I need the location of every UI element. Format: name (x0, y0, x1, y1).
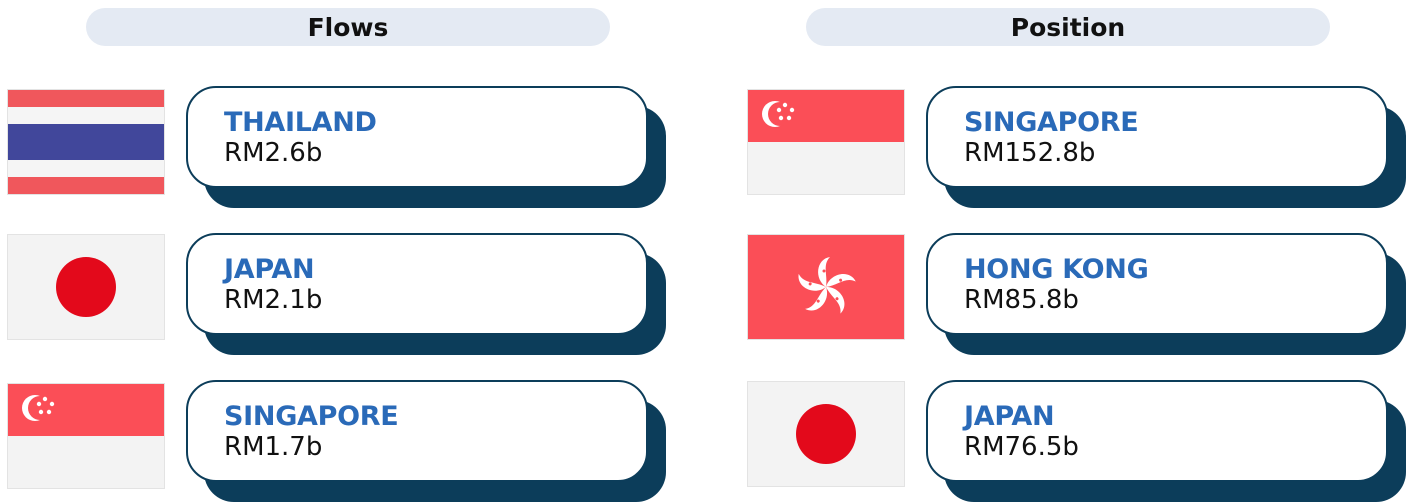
position-card-1: SINGAPORE RM152.8b (926, 86, 1388, 188)
flows-header: Flows (86, 8, 610, 46)
position-card-2: HONG KONG RM85.8b (926, 233, 1388, 335)
country-name: SINGAPORE (224, 401, 399, 432)
position-row-1: SINGAPORE RM152.8b (740, 86, 1409, 208)
country-name: THAILAND (224, 107, 377, 138)
position-panel: Position SINGAPORE RM152.8b HONG KONG RM… (740, 0, 1409, 502)
amount-value: RM2.6b (224, 138, 323, 168)
country-name: SINGAPORE (964, 107, 1139, 138)
flows-row-2: JAPAN RM2.1b (0, 233, 680, 355)
position-card-3: JAPAN RM76.5b (926, 380, 1388, 482)
singapore-flag-icon (8, 384, 164, 488)
flows-card-3: SINGAPORE RM1.7b (186, 380, 648, 482)
country-name: HONG KONG (964, 254, 1149, 285)
thailand-flag-icon (8, 90, 164, 194)
japan-flag-icon (8, 235, 164, 339)
flows-card-2: JAPAN RM2.1b (186, 233, 648, 335)
hong-kong-flag-icon (748, 235, 904, 339)
flows-row-3: SINGAPORE RM1.7b (0, 380, 680, 502)
amount-value: RM152.8b (964, 138, 1096, 168)
flows-panel: Flows THAILAND RM2.6b JAPAN RM2.1b SINGA… (0, 0, 680, 502)
japan-flag-icon (748, 382, 904, 486)
amount-value: RM2.1b (224, 285, 323, 315)
position-header: Position (806, 8, 1330, 46)
amount-value: RM85.8b (964, 285, 1079, 315)
position-row-3: JAPAN RM76.5b (740, 380, 1409, 502)
country-name: JAPAN (964, 401, 1055, 432)
flows-row-1: THAILAND RM2.6b (0, 86, 680, 208)
flows-card-1: THAILAND RM2.6b (186, 86, 648, 188)
amount-value: RM76.5b (964, 432, 1079, 462)
position-row-2: HONG KONG RM85.8b (740, 233, 1409, 355)
singapore-flag-icon (748, 90, 904, 194)
country-name: JAPAN (224, 254, 315, 285)
amount-value: RM1.7b (224, 432, 323, 462)
